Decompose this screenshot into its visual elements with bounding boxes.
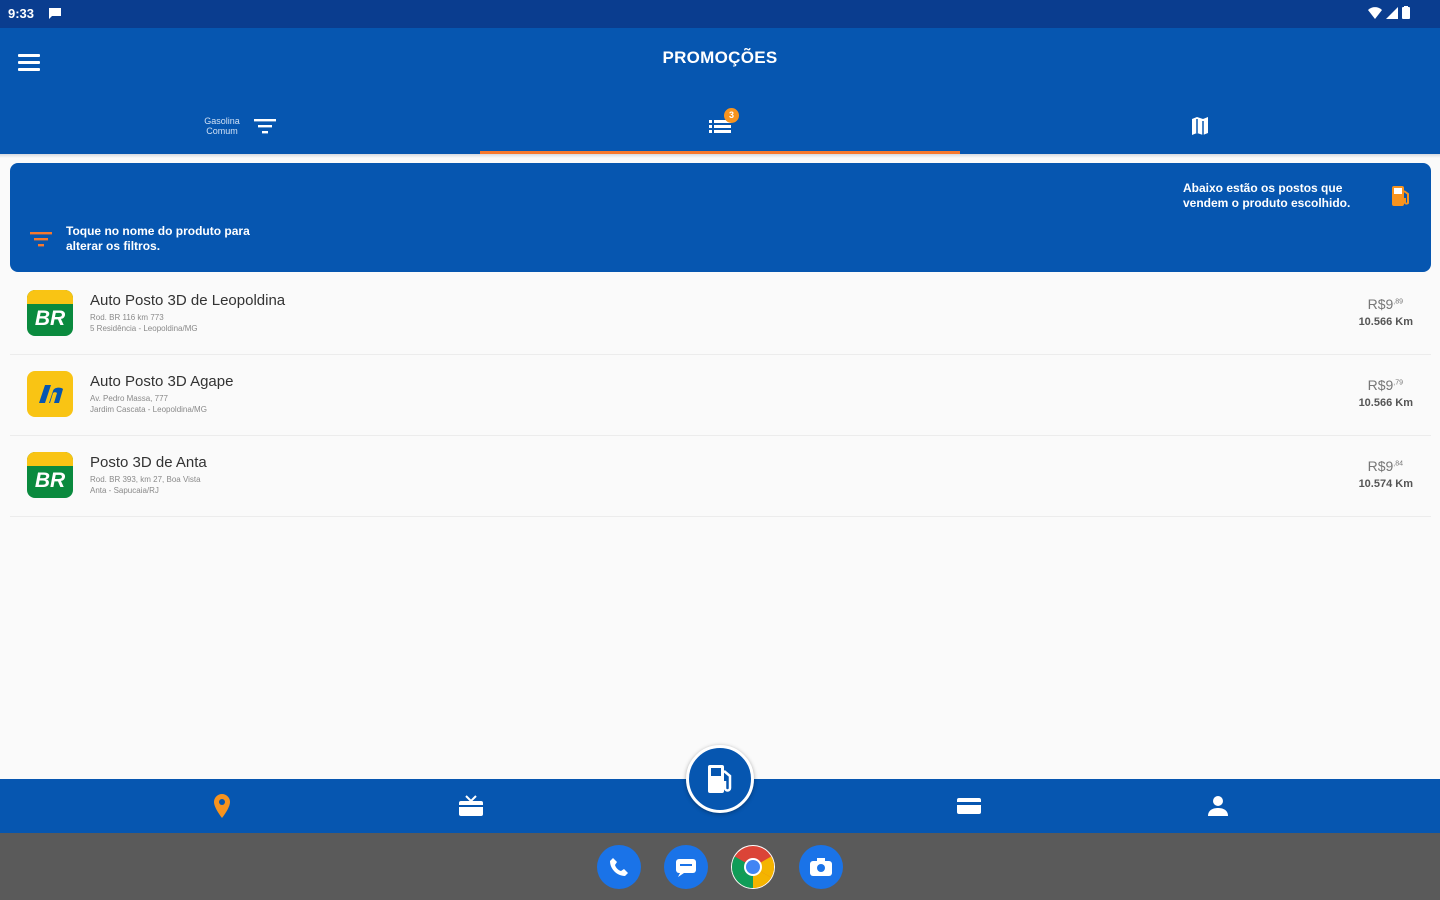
nav-rewards[interactable]: [457, 793, 485, 819]
br-logo-icon: BR: [27, 290, 73, 336]
map-icon: [1192, 117, 1208, 135]
gift-icon: [459, 795, 483, 816]
system-dock: [0, 833, 1440, 900]
filter-icon: [253, 119, 276, 134]
station-address: Av. Pedro Massa, 777 Jardim Cascata - Le…: [90, 394, 207, 414]
tab-fuel-filter[interactable]: Gasolina Comum: [0, 98, 480, 154]
list-item[interactable]: BR Posto 3D de Anta Rod. BR 393, km 27, …: [10, 436, 1431, 517]
info-banner: Abaixo estão os postos que vendem o prod…: [10, 163, 1431, 272]
signal-icon: [1386, 6, 1398, 19]
ipiranga-logo-icon: [27, 371, 73, 417]
station-price: R$9,89: [1367, 296, 1403, 312]
station-distance: 10.574 Km: [1358, 478, 1413, 490]
message-notification-icon: [49, 8, 61, 19]
battery-icon: [1402, 6, 1410, 19]
info-filter-hint: Toque no nome do produto para alterar os…: [66, 224, 250, 253]
fuel-filter-label: Gasolina Comum: [204, 116, 240, 136]
svg-text:BR: BR: [35, 469, 66, 492]
tab-bar: Gasolina Comum 3: [0, 98, 1440, 154]
station-name: Posto 3D de Anta: [90, 454, 207, 471]
station-name: Auto Posto 3D de Leopoldina: [90, 292, 286, 309]
station-price: R$9,84: [1367, 458, 1403, 474]
fuel-pump-icon: [708, 765, 732, 793]
fuel-fab-button[interactable]: [686, 745, 754, 813]
list-badge: 3: [724, 108, 739, 123]
person-icon: [1208, 796, 1228, 816]
station-name: Auto Posto 3D Agape: [90, 373, 234, 390]
tab-map[interactable]: [960, 98, 1440, 154]
list-item[interactable]: BR Auto Posto 3D de Leopoldina Rod. BR 1…: [10, 274, 1431, 355]
camera-app-icon[interactable]: [799, 845, 843, 889]
status-bar: 9:33: [0, 0, 1440, 28]
station-address: Rod. BR 116 km 773 5 Residência - Leopol…: [90, 313, 198, 333]
status-time: 9:33: [8, 6, 35, 21]
station-list: BR Auto Posto 3D de Leopoldina Rod. BR 1…: [10, 274, 1431, 517]
wifi-icon: [1368, 6, 1382, 19]
location-pin-icon: [214, 794, 230, 818]
station-distance: 10.566 Km: [1358, 397, 1413, 409]
app-bar: PROMOÇÕES: [0, 28, 1440, 98]
info-stations-text: Abaixo estão os postos que vendem o prod…: [1183, 181, 1351, 210]
card-icon: [957, 798, 981, 814]
tab-list[interactable]: 3: [480, 98, 960, 154]
page-title: PROMOÇÕES: [662, 48, 778, 67]
chrome-app-icon[interactable]: [731, 845, 775, 889]
station-address: Rod. BR 393, km 27, Boa Vista Anta - Sap…: [90, 475, 201, 495]
list-item[interactable]: Auto Posto 3D Agape Av. Pedro Massa, 777…: [10, 355, 1431, 436]
nav-location[interactable]: [208, 793, 236, 819]
station-distance: 10.566 Km: [1358, 316, 1413, 328]
status-icons: [1368, 6, 1410, 19]
phone-app-icon[interactable]: [597, 845, 641, 889]
filter-icon: [30, 232, 52, 247]
messages-app-icon[interactable]: [664, 845, 708, 889]
br-logo-icon: BR: [27, 452, 73, 498]
svg-text:BR: BR: [35, 307, 66, 330]
nav-profile[interactable]: [1204, 793, 1232, 819]
nav-card[interactable]: [955, 793, 983, 819]
fuel-pump-icon: [1392, 186, 1409, 206]
station-price: R$9,79: [1367, 377, 1403, 393]
